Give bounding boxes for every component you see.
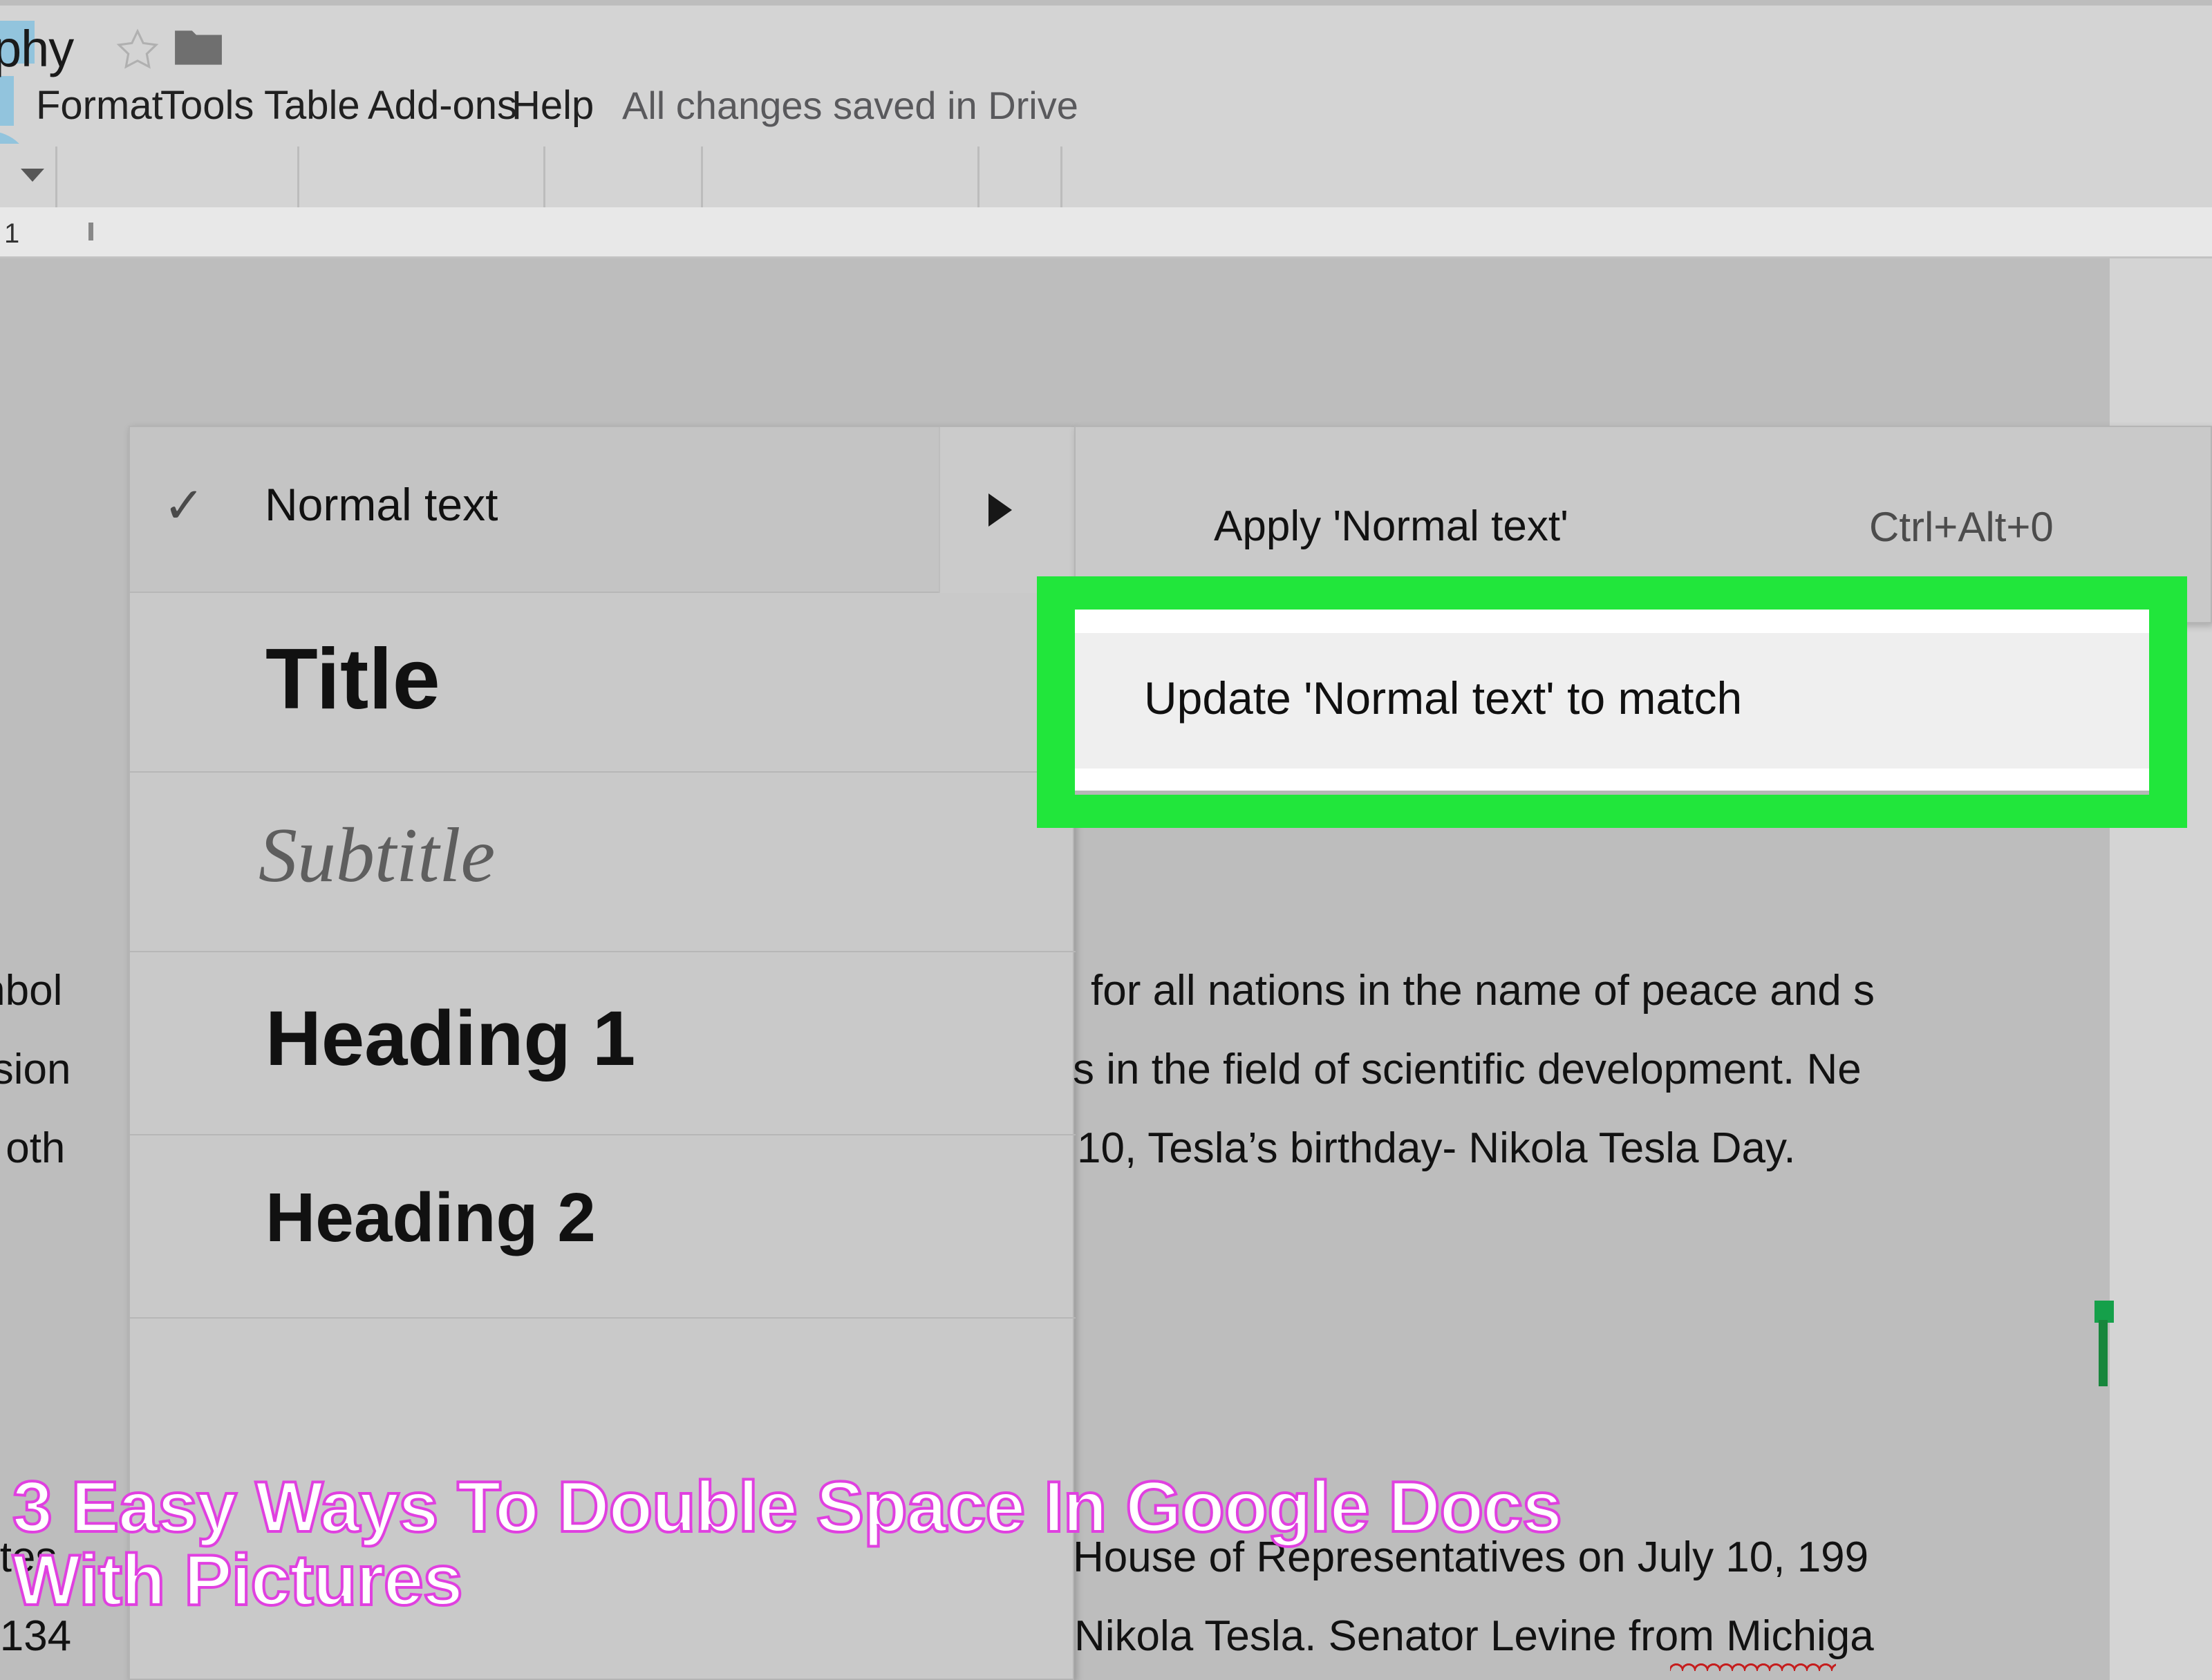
keyboard-shortcut: Ctrl+Alt+0 [1869, 504, 2054, 550]
document-text-line: 10, Tesla’s birthday- Nikola Tesla Day. [1077, 1124, 1796, 1172]
document-text-line: Nikola Tesla. Senator Levine from Michig… [1074, 1612, 1874, 1660]
document-text-line: mbol [0, 967, 63, 1014]
menu-item-update-normal-text[interactable]: Update 'Normal text' to match [1075, 633, 2149, 768]
paragraph-styles-menu[interactable]: ✓ Normal text Title Subtitle Heading 1 H… [129, 426, 1076, 1680]
document-title[interactable]: phy [0, 19, 74, 78]
toolbar-separator [977, 147, 980, 207]
formatting-toolbar [0, 144, 2212, 207]
document-text-line: for all nations in the name of peace and… [1091, 967, 1875, 1014]
menu-item-label: Apply 'Normal text' [1214, 502, 1568, 550]
menu-item-help[interactable]: Help [512, 77, 594, 134]
spellcheck-underline [1670, 1661, 1836, 1671]
menu-item-normal-text[interactable]: ✓ Normal text [130, 427, 1076, 593]
text-cursor [2099, 1320, 2108, 1386]
toolbar-separator [55, 147, 57, 207]
toolbar-separator [297, 147, 299, 207]
menu-item-heading-1[interactable]: Heading 1 [130, 952, 1076, 1135]
toolbar-separator [701, 147, 703, 207]
menu-item-table[interactable]: Table [264, 77, 360, 134]
google-docs-screenshot: phy Format Tools Table Add-ons Help All … [0, 0, 2212, 1680]
star-outline-icon[interactable] [114, 26, 161, 73]
chevron-right-icon [988, 493, 1012, 527]
toolbar-separator [543, 147, 545, 207]
menu-item-title[interactable]: Title [130, 593, 1076, 773]
menu-item-label: Subtitle [259, 813, 496, 898]
document-text-line: vision [0, 1046, 71, 1093]
folder-icon[interactable] [173, 26, 224, 69]
menu-item-label: Title [265, 632, 440, 727]
save-status-text: All changes saved in Drive [622, 84, 1078, 127]
highlight-callout-inner: Update 'Normal text' to match [1075, 610, 2149, 795]
menu-item-addons[interactable]: Add-ons [368, 77, 517, 134]
document-text-line: tates [0, 1533, 57, 1581]
menu-item-label: Normal text [265, 479, 498, 530]
toolbar-separator [1060, 147, 1062, 207]
menu-bar: Format Tools Table Add-ons Help All chan… [0, 77, 2212, 134]
submenu-expander[interactable] [939, 427, 1076, 593]
menu-item-format[interactable]: Format [36, 77, 163, 134]
menu-item-label: Heading 2 [265, 1179, 596, 1256]
document-text-line: House of Representatives on July 10, 199 [1073, 1533, 1869, 1581]
menu-item-label: Update 'Normal text' to match [1144, 672, 1743, 724]
document-text-line: e 134 [0, 1612, 72, 1660]
ruler-tab-stop[interactable] [88, 223, 93, 240]
window-title-strip [0, 0, 2212, 6]
document-text-line: s in the field of scientific development… [1073, 1046, 1862, 1093]
chevron-down-icon[interactable] [21, 169, 44, 182]
ruler[interactable]: 1 [0, 207, 2212, 258]
highlight-callout: Update 'Normal text' to match [1037, 576, 2187, 828]
menu-item-heading-2[interactable]: Heading 2 [130, 1135, 1076, 1319]
check-icon: ✓ [163, 478, 205, 534]
menu-item-subtitle[interactable]: Subtitle [130, 773, 1076, 952]
document-text-line: y oth [0, 1124, 66, 1172]
menu-item-tools[interactable]: Tools [160, 77, 254, 134]
ruler-mark-1: 1 [4, 218, 20, 249]
menu-item-label: Heading 1 [265, 995, 636, 1082]
